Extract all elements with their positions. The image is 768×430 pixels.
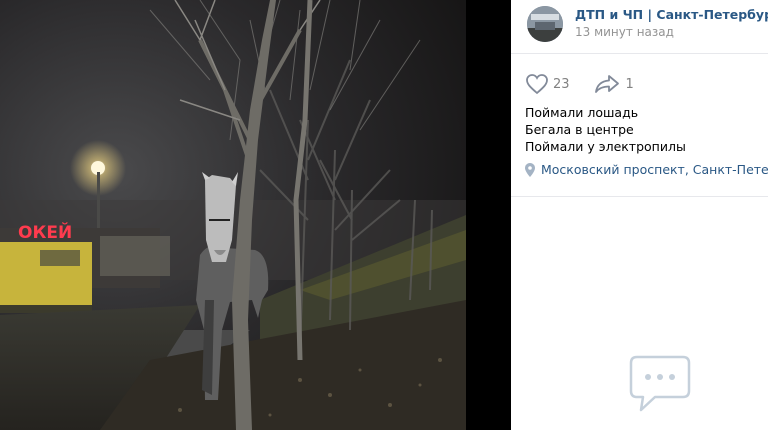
post-photo[interactable]: ОКЕЙ — [0, 0, 466, 430]
photo-scene: ОКЕЙ — [0, 0, 466, 430]
post-text-line: Поймали лошадь — [525, 105, 639, 120]
like-button[interactable]: 23 — [525, 73, 594, 95]
post-timestamp[interactable]: 13 минут назад — [575, 25, 674, 39]
comments-empty — [629, 355, 691, 417]
post-text-line: Поймали у электропилы — [525, 139, 686, 154]
like-count: 23 — [553, 76, 570, 92]
comment-bubble-icon — [629, 355, 691, 412]
share-button[interactable]: 1 — [594, 74, 634, 94]
share-count: 1 — [625, 76, 634, 92]
group-name-link[interactable]: ДТП и ЧП | Санкт-Петербург | Пит — [575, 7, 768, 22]
avatar-image — [527, 6, 563, 42]
heart-icon — [526, 74, 548, 95]
store-sign: ОКЕЙ — [18, 221, 72, 243]
share-arrow-icon — [594, 75, 619, 93]
post-header: ДТП и ЧП | Санкт-Петербург | Пит 13 мину… — [511, 0, 768, 54]
post-text-line: Бегала в центре — [525, 122, 634, 137]
post-actions: 23 1 — [525, 72, 634, 96]
location-link[interactable]: Московский проспект, Санкт-Петербург — [541, 162, 768, 177]
post-location[interactable]: Московский проспект, Санкт-Петербург — [525, 162, 768, 177]
location-pin-icon — [525, 162, 535, 177]
viewer-gutter — [466, 0, 511, 430]
post-panel: ДТП и ЧП | Санкт-Петербург | Пит 13 мину… — [511, 0, 768, 430]
post-text: Поймали лошадь Бегала в центре Поймали у… — [525, 104, 686, 155]
divider — [511, 196, 768, 197]
group-avatar[interactable] — [527, 6, 563, 42]
